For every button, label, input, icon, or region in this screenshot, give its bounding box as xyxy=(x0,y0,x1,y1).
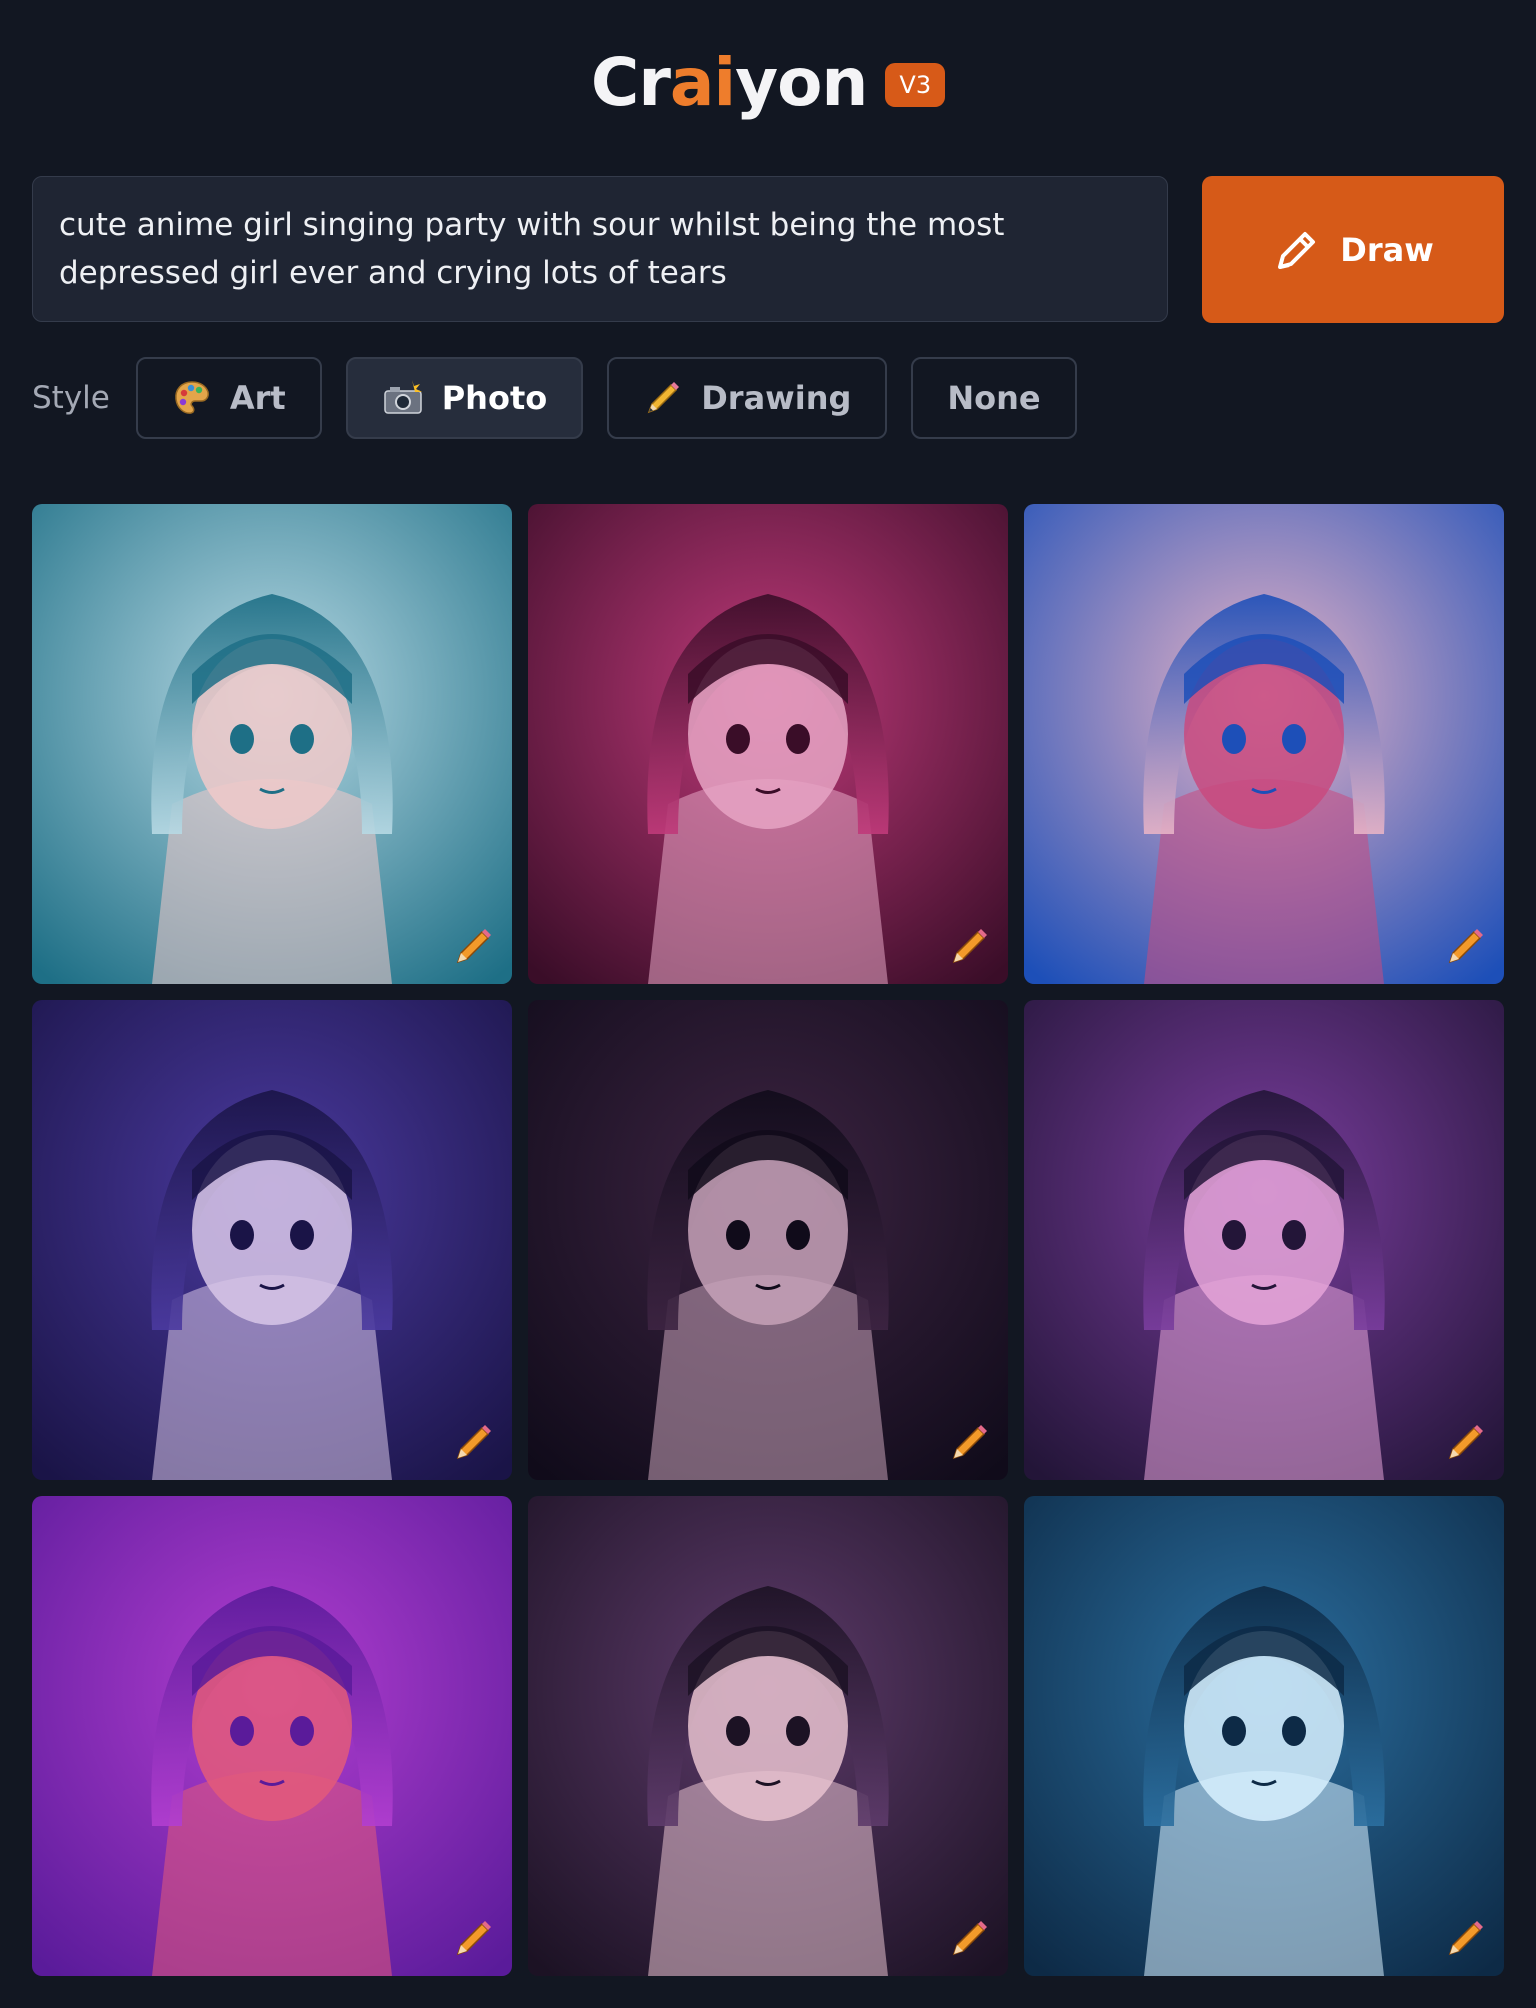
style-option-photo-label: Photo xyxy=(441,379,548,417)
pencil-icon[interactable] xyxy=(946,1418,994,1466)
anime-girl-image xyxy=(1024,1000,1504,1480)
result-image[interactable] xyxy=(32,1000,512,1480)
result-image[interactable] xyxy=(32,1496,512,1976)
palette-icon xyxy=(175,381,209,414)
header: Craiyon V3 xyxy=(0,38,1536,128)
style-option-none-label: None xyxy=(947,379,1041,417)
pencil-icon[interactable] xyxy=(946,1914,994,1962)
anime-girl-image xyxy=(1024,504,1504,984)
style-label: Style xyxy=(32,380,110,416)
pencil-icon[interactable] xyxy=(450,1418,498,1466)
anime-girl-image xyxy=(32,1496,512,1976)
pencil-icon[interactable] xyxy=(1442,1418,1490,1466)
result-image[interactable] xyxy=(528,1496,1008,1976)
result-image[interactable] xyxy=(1024,504,1504,984)
style-option-art[interactable]: Art xyxy=(135,357,322,439)
version-badge: V3 xyxy=(885,63,946,107)
results-grid xyxy=(32,504,1504,1976)
anime-girl-image xyxy=(32,1000,512,1480)
style-option-drawing[interactable]: Drawing xyxy=(607,357,888,439)
style-selector: Style Art Photo Drawing None xyxy=(32,356,1077,440)
anime-girl-image xyxy=(528,504,1008,984)
camera-flash-icon xyxy=(383,380,422,414)
pencil-icon[interactable] xyxy=(946,922,994,970)
pencil-icon[interactable] xyxy=(450,922,498,970)
style-option-art-label: Art xyxy=(229,379,286,417)
style-option-none[interactable]: None xyxy=(911,357,1077,439)
result-image[interactable] xyxy=(528,1000,1008,1480)
pencil-icon xyxy=(647,382,680,414)
pencil-icon xyxy=(1278,231,1316,269)
pencil-icon[interactable] xyxy=(1442,1914,1490,1962)
style-option-photo[interactable]: Photo xyxy=(345,357,584,439)
result-image[interactable] xyxy=(32,504,512,984)
anime-girl-image xyxy=(32,504,512,984)
result-image[interactable] xyxy=(528,504,1008,984)
anime-girl-image xyxy=(528,1000,1008,1480)
draw-button[interactable]: Draw xyxy=(1202,176,1504,323)
pencil-icon[interactable] xyxy=(450,1914,498,1962)
draw-button-label: Draw xyxy=(1340,230,1434,269)
prompt-input[interactable]: cute anime girl singing party with sour … xyxy=(32,176,1168,322)
style-option-drawing-label: Drawing xyxy=(701,379,852,417)
pencil-icon[interactable] xyxy=(1442,922,1490,970)
result-image[interactable] xyxy=(1024,1000,1504,1480)
anime-girl-image xyxy=(528,1496,1008,1976)
result-image[interactable] xyxy=(1024,1496,1504,1976)
anime-girl-image xyxy=(1024,1496,1504,1976)
craiyon-logo[interactable]: Craiyon xyxy=(591,50,869,116)
